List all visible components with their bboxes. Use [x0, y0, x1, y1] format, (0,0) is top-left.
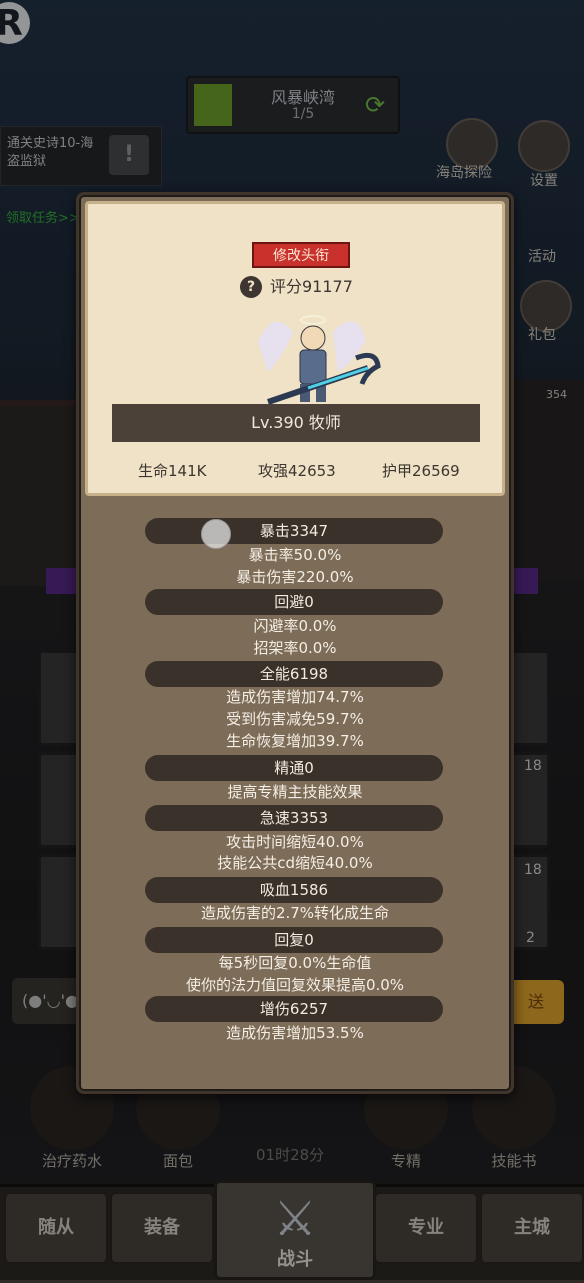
- attr-line: 受到伤害减免59.7%: [226, 710, 364, 728]
- attr-header-versatility: 全能6198: [145, 661, 443, 687]
- attr-line: 提高专精主技能效果: [227, 783, 363, 801]
- score-text: 评分91177: [270, 277, 353, 296]
- stat-health: 生命141K: [138, 462, 207, 480]
- stat-attack-power: 攻强42653: [258, 462, 336, 480]
- character-detail-panel: 修改头衔 ? 评分91177 Lv.390 牧师 生命141K 攻强42653 …: [76, 192, 514, 1094]
- attr-line: 暴击伤害220.0%: [236, 568, 354, 586]
- attr-line: 使你的法力值回复效果提高0.0%: [185, 976, 405, 994]
- attr-line: 造成伤害的2.7%转化成生命: [200, 904, 390, 922]
- attr-line: 闪避率0.0%: [253, 617, 337, 635]
- attr-header-lifesteal: 吸血1586: [145, 877, 443, 903]
- priest-character-sprite: [258, 315, 381, 405]
- attr-line: 生命恢复增加39.7%: [226, 732, 364, 750]
- attr-line: 技能公共cd缩短40.0%: [217, 854, 373, 872]
- character-card: 修改头衔 ? 评分91177 Lv.390 牧师 生命141K 攻强42653 …: [85, 201, 505, 496]
- attr-header-haste: 急速3353: [145, 805, 443, 831]
- attr-line: 招架率0.0%: [253, 639, 337, 657]
- attr-line: 造成伤害增加74.7%: [226, 688, 364, 706]
- attr-header-regen: 回复0: [145, 927, 443, 953]
- attr-line: 暴击率50.0%: [248, 546, 342, 564]
- attr-header-damage-bonus: 增伤6257: [145, 996, 443, 1022]
- attr-line: 每5秒回复0.0%生命值: [218, 954, 372, 972]
- stat-armor: 护甲26569: [382, 462, 460, 480]
- rename-title-button[interactable]: 修改头衔: [252, 242, 350, 268]
- help-icon[interactable]: ?: [240, 276, 262, 298]
- attr-header-mastery: 精通0: [145, 755, 443, 781]
- level-class-bar: Lv.390 牧师: [112, 404, 480, 442]
- attr-line: 攻击时间缩短40.0%: [226, 833, 364, 851]
- touch-cursor-indicator: [201, 519, 231, 549]
- attr-header-crit: 暴击3347: [145, 518, 443, 544]
- attr-line: 造成伤害增加53.5%: [226, 1024, 364, 1042]
- attr-header-avoidance: 回避0: [145, 589, 443, 615]
